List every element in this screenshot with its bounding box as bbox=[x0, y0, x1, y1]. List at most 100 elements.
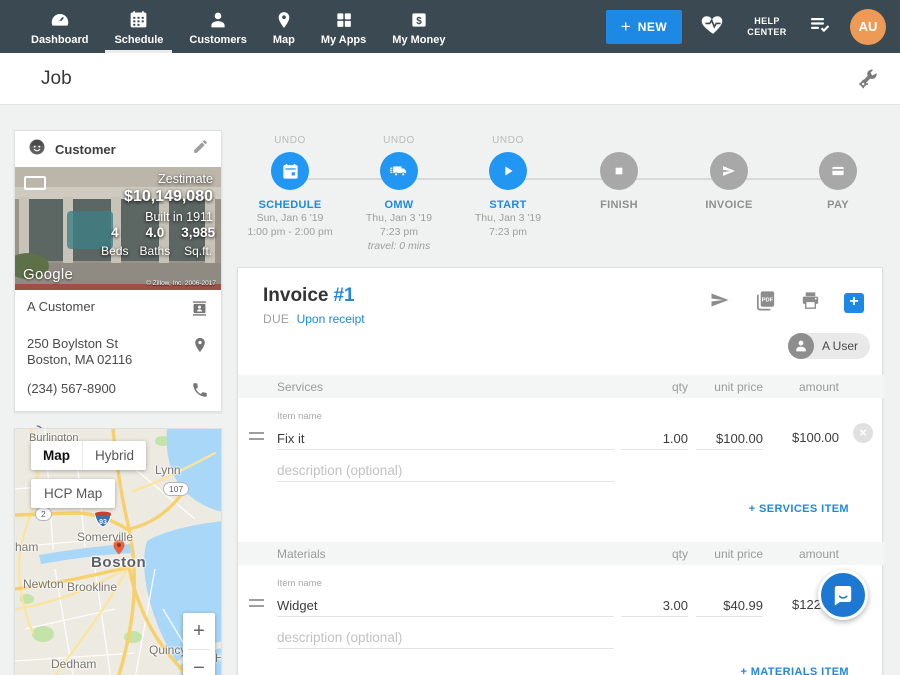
undo-link[interactable]: UNDO bbox=[450, 135, 566, 149]
due-value[interactable]: Upon receipt bbox=[297, 312, 365, 326]
customer-address-row: 250 Boylston St Boston, MA 02116 bbox=[15, 329, 221, 374]
invoice-due: DUE Upon receipt bbox=[263, 312, 365, 326]
map-label-lynn: Lynn bbox=[155, 463, 181, 477]
svg-text:93: 93 bbox=[99, 519, 107, 526]
add-services-item-link[interactable]: + SERVICES ITEM bbox=[749, 503, 849, 515]
help-center-link[interactable]: HELP CENTER bbox=[744, 16, 790, 38]
property-photo[interactable]: Zestimate $10,149,080 Built in 1911 4Bed… bbox=[15, 167, 221, 290]
material-description-input[interactable] bbox=[277, 627, 614, 649]
due-label: DUE bbox=[263, 312, 289, 326]
map-label-somerville: Somerville bbox=[77, 530, 133, 544]
amount-column-header: amount bbox=[763, 547, 839, 561]
top-nav: Dashboard Schedule Customers Map My Apps bbox=[0, 0, 900, 53]
customer-card: Customer Zestimate $10,149,080 Built in … bbox=[14, 130, 222, 412]
checklist-icon[interactable] bbox=[808, 12, 832, 41]
map-label-brookline: Brookline bbox=[67, 580, 117, 594]
material-unit-price-input[interactable] bbox=[696, 595, 763, 617]
nav-item-map[interactable]: Map bbox=[260, 0, 308, 53]
pdf-icon[interactable]: PDF bbox=[754, 289, 777, 317]
service-qty-input[interactable] bbox=[621, 428, 688, 450]
nav-items: Dashboard Schedule Customers Map My Apps bbox=[0, 0, 458, 53]
undo-link[interactable]: UNDO bbox=[341, 135, 457, 149]
assignee-chip[interactable]: A User bbox=[788, 333, 870, 359]
print-icon[interactable] bbox=[799, 289, 822, 317]
hcp-map-button[interactable]: HCP Map bbox=[31, 479, 115, 508]
schedule-step-icon bbox=[271, 152, 309, 190]
nav-item-schedule[interactable]: Schedule bbox=[101, 0, 176, 53]
service-unit-price-input[interactable] bbox=[696, 428, 763, 450]
item-name-label: Item name bbox=[277, 411, 322, 422]
plus-icon: + bbox=[621, 18, 631, 35]
address-line1: 250 Boylston St bbox=[27, 336, 191, 352]
apps-grid-icon bbox=[334, 8, 354, 32]
amount-column-header: amount bbox=[763, 380, 839, 394]
invoice-number: #1 bbox=[333, 285, 354, 306]
route-2-badge: 2 bbox=[35, 507, 52, 521]
location-pin-icon[interactable] bbox=[191, 336, 209, 359]
material-qty-input[interactable] bbox=[621, 595, 688, 617]
google-watermark: Google bbox=[23, 266, 73, 283]
nav-item-my-apps[interactable]: My Apps bbox=[308, 0, 379, 53]
edit-pencil-icon[interactable] bbox=[192, 138, 209, 160]
service-amount: $100.00 bbox=[759, 430, 839, 445]
hybrid-button[interactable]: Hybrid bbox=[82, 441, 146, 470]
send-icon[interactable] bbox=[708, 288, 732, 317]
customer-card-title: Customer bbox=[55, 142, 184, 157]
service-item-name-input[interactable] bbox=[277, 428, 614, 450]
customer-name: A Customer bbox=[27, 299, 190, 315]
user-avatar[interactable]: AU bbox=[850, 9, 886, 45]
job-tools-icon[interactable] bbox=[856, 67, 880, 96]
map-button[interactable]: Map bbox=[31, 441, 82, 470]
step-invoice[interactable]: INVOICE bbox=[671, 135, 787, 211]
step-start[interactable]: UNDO START Thu, Jan 3 '19 7:23 pm bbox=[450, 135, 566, 239]
nav-item-dashboard[interactable]: Dashboard bbox=[18, 0, 101, 53]
customers-icon bbox=[207, 8, 229, 32]
add-materials-item-link[interactable]: + MATERIALS ITEM bbox=[740, 666, 849, 675]
step-finish[interactable]: FINISH bbox=[561, 135, 677, 211]
undo-link[interactable]: UNDO bbox=[232, 135, 348, 149]
zestimate-label: Zestimate bbox=[124, 172, 213, 186]
add-invoice-button[interactable]: + bbox=[844, 293, 864, 313]
map-label-newton: Newton bbox=[23, 577, 64, 591]
zillow-copyright: © Zillow, Inc. 2006-2017 bbox=[146, 280, 216, 287]
nav-item-label: Map bbox=[273, 34, 295, 46]
pay-step-icon bbox=[819, 152, 857, 190]
dashboard-icon bbox=[49, 8, 71, 32]
step-omw[interactable]: UNDO OMW Thu, Jan 3 '19 7:23 pm travel: … bbox=[341, 135, 457, 253]
drag-handle-icon[interactable] bbox=[249, 432, 264, 440]
invoice-step-icon bbox=[710, 152, 748, 190]
material-item-name-input[interactable] bbox=[277, 595, 614, 617]
zoom-out-button[interactable]: − bbox=[183, 650, 215, 675]
map-type-buttons: Map Hybrid bbox=[31, 441, 146, 470]
map-widget[interactable]: 93 2 107 Burlington Lynn Somerville ham … bbox=[14, 428, 222, 675]
zoom-in-button[interactable]: + bbox=[183, 613, 215, 649]
zestimate-overlay: Zestimate $10,149,080 Built in 1911 bbox=[124, 172, 213, 224]
new-button[interactable]: + NEW bbox=[606, 10, 682, 44]
schedule-icon bbox=[128, 8, 149, 32]
invoice-card: Invoice#1 DUE Upon receipt PDF + A User … bbox=[237, 267, 883, 675]
map-pin-icon bbox=[274, 8, 294, 32]
nav-item-label: My Apps bbox=[321, 34, 366, 46]
drag-handle-icon[interactable] bbox=[249, 599, 264, 607]
contact-card-icon[interactable] bbox=[190, 299, 209, 323]
nav-item-my-money[interactable]: $ My Money bbox=[379, 0, 458, 53]
map-label-boston: Boston bbox=[91, 554, 146, 571]
start-step-icon bbox=[489, 152, 527, 190]
service-description-input[interactable] bbox=[277, 460, 614, 482]
step-schedule[interactable]: UNDO SCHEDULE Sun, Jan 6 '19 1:00 pm - 2… bbox=[232, 135, 348, 239]
step-pay[interactable]: PAY bbox=[780, 135, 896, 211]
delete-service-item-icon[interactable]: × bbox=[853, 423, 873, 443]
phone-icon[interactable] bbox=[191, 381, 209, 404]
customer-card-header: Customer bbox=[15, 131, 221, 167]
unit-price-column-header: unit price bbox=[683, 380, 763, 394]
item-name-label: Item name bbox=[277, 578, 322, 589]
customer-face-icon bbox=[27, 137, 47, 162]
chat-fab-button[interactable] bbox=[818, 570, 868, 620]
customer-name-row: A Customer bbox=[15, 290, 221, 329]
nav-item-customers[interactable]: Customers bbox=[176, 0, 259, 53]
invoice-actions: PDF + bbox=[708, 288, 864, 317]
map-label-dedham: Dedham bbox=[51, 657, 96, 671]
svg-text:PDF: PDF bbox=[762, 297, 774, 303]
services-header: Services qty unit price amount bbox=[238, 375, 884, 398]
health-pulse-icon[interactable] bbox=[700, 11, 726, 42]
